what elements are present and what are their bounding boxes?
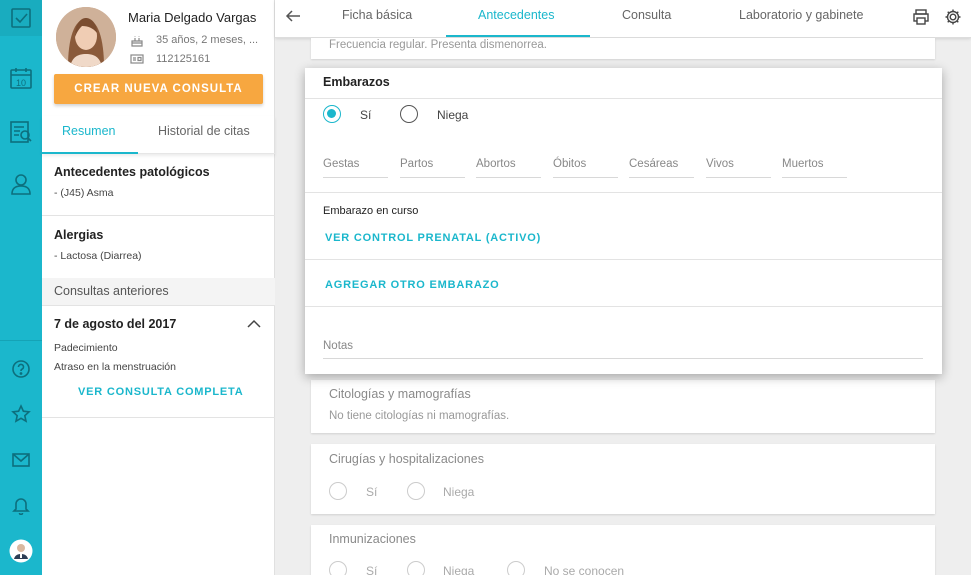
abortos-field[interactable]: Abortos bbox=[476, 156, 541, 178]
mail-icon[interactable] bbox=[0, 447, 42, 473]
cytology-text: No tiene citologías ni mamografías. bbox=[329, 410, 510, 422]
immunizations-yes-radio[interactable] bbox=[329, 561, 347, 575]
patient-panel: Maria Delgado Vargas 35 años, 2 meses, .… bbox=[42, 0, 275, 575]
cesareas-field[interactable]: Cesáreas bbox=[629, 156, 694, 178]
immunizations-no-radio[interactable] bbox=[407, 561, 425, 575]
view-full-consult-link[interactable]: VER CONSULTA COMPLETA bbox=[78, 386, 244, 398]
patient-name: Maria Delgado Vargas bbox=[128, 10, 257, 25]
tab-basic-record[interactable]: Ficha básica bbox=[342, 8, 412, 22]
immunizations-unknown-radio[interactable] bbox=[507, 561, 525, 575]
surgeries-no-label: Niega bbox=[443, 485, 475, 499]
print-icon[interactable] bbox=[912, 8, 930, 31]
gestas-field[interactable]: Gestas bbox=[323, 156, 388, 178]
tab-history[interactable]: Antecedentes bbox=[478, 8, 554, 22]
tab-lab[interactable]: Laboratorio y gabinete bbox=[739, 8, 863, 22]
immunizations-no-label: Niega bbox=[443, 564, 475, 575]
condition-label: Padecimiento bbox=[54, 342, 118, 354]
divider bbox=[305, 192, 942, 193]
menstrual-card: Frecuencia regular. Presenta dismenorrea… bbox=[311, 38, 935, 59]
cake-icon bbox=[131, 36, 143, 47]
patient-age: 35 años, 2 meses, ... bbox=[156, 34, 259, 46]
vivos-field[interactable]: Vivos bbox=[706, 156, 771, 178]
condition-value: Atraso en la menstruación bbox=[54, 361, 176, 373]
patient-id: 112125161 bbox=[156, 53, 211, 65]
patient-age-row: 35 años, 2 meses, ... bbox=[130, 33, 258, 47]
previous-consults-title: Consultas anteriores bbox=[54, 284, 169, 298]
star-icon[interactable] bbox=[0, 401, 42, 427]
help-icon[interactable] bbox=[0, 356, 42, 382]
cytology-title: Citologías y mamografías bbox=[329, 387, 471, 401]
back-arrow-icon[interactable] bbox=[285, 9, 301, 28]
consult-date: 7 de agosto del 2017 bbox=[54, 317, 177, 331]
chevron-up-icon[interactable] bbox=[247, 316, 261, 334]
patient-tab-indicator bbox=[42, 152, 138, 154]
cytology-card: Citologías y mamografías No tiene citolo… bbox=[311, 380, 935, 433]
active-tab-indicator bbox=[446, 35, 590, 37]
divider bbox=[305, 98, 942, 99]
patient-list-icon[interactable] bbox=[0, 116, 42, 148]
profile-avatar[interactable] bbox=[0, 538, 42, 564]
pregnancies-title: Embarazos bbox=[323, 75, 390, 89]
divider bbox=[305, 306, 942, 307]
calendar-icon[interactable]: 10 bbox=[0, 62, 42, 94]
pregnancies-no-label: Niega bbox=[437, 108, 469, 122]
user-icon[interactable] bbox=[0, 168, 42, 200]
pathological-value: - (J45) Asma bbox=[54, 187, 114, 199]
divider bbox=[42, 417, 275, 418]
rail-divider bbox=[0, 340, 42, 341]
tab-appointment-history[interactable]: Historial de citas bbox=[158, 124, 250, 138]
create-consult-button[interactable]: CREAR NUEVA CONSULTA bbox=[54, 74, 263, 104]
svg-text:10: 10 bbox=[16, 78, 26, 88]
pregnancies-yes-radio[interactable] bbox=[323, 105, 341, 123]
pregnancies-no-radio[interactable] bbox=[400, 105, 418, 123]
surgeries-yes-label: Sí bbox=[366, 485, 378, 499]
pregnancies-yes-label: Sí bbox=[360, 108, 372, 122]
surgeries-card: Cirugías y hospitalizaciones Sí Niega bbox=[311, 444, 935, 514]
immunizations-card: Inmunizaciones Sí Niega No se conocen bbox=[311, 525, 935, 575]
pathological-title: Antecedentes patológicos bbox=[54, 165, 210, 179]
immunizations-unknown-label: No se conocen bbox=[544, 564, 625, 575]
patient-avatar bbox=[56, 7, 116, 67]
prenatal-control-link[interactable]: VER CONTROL PRENATAL (ACTIVO) bbox=[325, 232, 541, 244]
allergies-value: - Lactosa (Diarrea) bbox=[54, 250, 142, 262]
icon-rail: 10 bbox=[0, 0, 42, 575]
divider bbox=[305, 259, 942, 260]
tab-consult[interactable]: Consulta bbox=[622, 8, 671, 22]
check-icon[interactable] bbox=[0, 0, 42, 36]
add-pregnancy-link[interactable]: AGREGAR OTRO EMBARAZO bbox=[325, 279, 499, 291]
patient-tabs: Resumen Historial de citas bbox=[42, 116, 275, 154]
surgeries-yes-radio[interactable] bbox=[329, 482, 347, 500]
surgeries-no-radio[interactable] bbox=[407, 482, 425, 500]
gear-icon[interactable] bbox=[944, 8, 962, 31]
patient-id-row: 112125161 bbox=[130, 52, 210, 66]
pregnancies-panel: Embarazos Sí Niega Gestas Partos Abortos… bbox=[305, 68, 942, 374]
top-bar: Ficha básica Antecedentes Consulta Labor… bbox=[275, 0, 971, 38]
partos-field[interactable]: Partos bbox=[400, 156, 465, 178]
menstrual-text: Frecuencia regular. Presenta dismenorrea… bbox=[329, 39, 547, 51]
previous-consults-header: Consultas anteriores bbox=[42, 278, 275, 306]
tab-summary[interactable]: Resumen bbox=[62, 124, 116, 138]
bell-icon[interactable] bbox=[0, 492, 42, 518]
immunizations-yes-label: Sí bbox=[366, 564, 378, 575]
id-card-icon bbox=[130, 54, 144, 64]
surgeries-title: Cirugías y hospitalizaciones bbox=[329, 452, 484, 466]
notes-field[interactable]: Notas bbox=[323, 340, 923, 359]
immunizations-title: Inmunizaciones bbox=[329, 532, 416, 546]
obitos-field[interactable]: Óbitos bbox=[553, 156, 618, 178]
muertos-field[interactable]: Muertos bbox=[782, 156, 847, 178]
allergies-title: Alergias bbox=[54, 228, 104, 242]
divider bbox=[42, 215, 275, 216]
current-pregnancy-label: Embarazo en curso bbox=[323, 205, 419, 217]
